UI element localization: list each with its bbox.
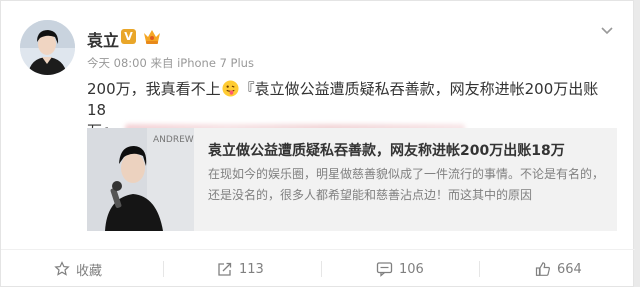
repost-button[interactable]: 113: [217, 250, 264, 287]
article-thumbnail: ANDREW: [87, 128, 194, 231]
thumb-backdrop-text: ANDREW: [153, 135, 194, 145]
divider: [321, 261, 322, 277]
weibo-post-card: 袁立 V 今天 08:00 来自 iPhone 7 Plus 200万，我真看不…: [0, 0, 635, 287]
comment-count: 106: [399, 261, 424, 277]
thumbs-up-icon: [535, 262, 550, 276]
article-title[interactable]: 袁立做公益遭质疑私吞善款，网友称进帐200万出账18万: [208, 140, 565, 160]
chevron-down-icon[interactable]: [599, 22, 615, 38]
action-bar: 收藏 113 106 664: [1, 249, 635, 287]
star-icon: [54, 261, 70, 276]
author-name[interactable]: 袁立: [87, 27, 119, 51]
favorite-label: 收藏: [76, 263, 103, 279]
divider: [479, 261, 480, 277]
repost-icon: [218, 262, 232, 276]
like-button[interactable]: 664: [535, 250, 582, 287]
tongue-face-emoji-icon: [222, 80, 239, 97]
repost-count: 113: [239, 261, 264, 277]
like-count: 664: [557, 261, 582, 277]
author-avatar[interactable]: [20, 20, 75, 75]
post-meta: 今天 08:00 来自 iPhone 7 Plus: [87, 56, 254, 70]
member-crown-icon[interactable]: [142, 27, 162, 45]
comment-button[interactable]: 106: [376, 250, 424, 287]
verified-badge-icon: V: [121, 29, 136, 44]
favorite-button[interactable]: 收藏: [54, 250, 102, 287]
divider: [163, 261, 164, 277]
post-text-part1: 200万，我真看不上: [87, 80, 221, 98]
comment-icon: [376, 262, 393, 277]
article-description: 在现如今的娱乐圈，明星做慈善貌似成了一件流行的事情。不论是有名的，还是没名的，很…: [208, 167, 605, 202]
article-preview-card[interactable]: ANDREW 袁立做公益遭质疑私吞善款，网友称进帐200万出账18万 在现如今的…: [87, 128, 617, 231]
